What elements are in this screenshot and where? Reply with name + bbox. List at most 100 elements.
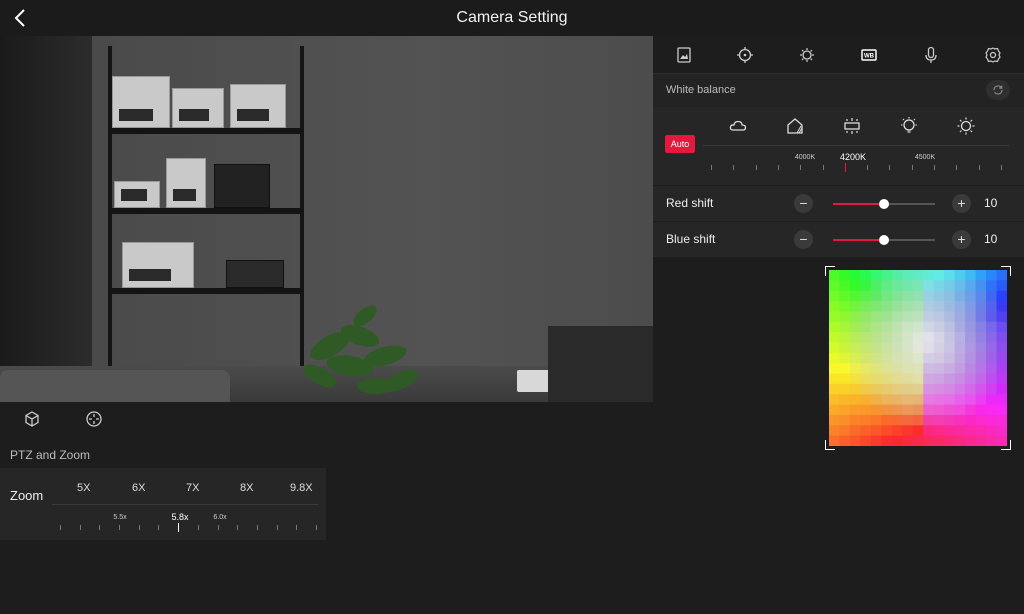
ruler-tick xyxy=(178,523,180,532)
ruler-tick xyxy=(138,525,140,530)
color-cell xyxy=(933,280,945,292)
color-cell xyxy=(944,435,956,446)
ruler-tick xyxy=(755,165,757,170)
color-cell xyxy=(975,301,987,313)
color-cell xyxy=(881,311,893,323)
color-cell xyxy=(996,342,1007,354)
zoom-current-label: 5.8x xyxy=(171,512,189,522)
color-cell xyxy=(912,363,924,375)
color-cell xyxy=(944,383,956,395)
color-cell xyxy=(881,332,893,344)
color-cell xyxy=(849,270,862,281)
white-balance-header: White balance xyxy=(653,74,1024,107)
color-cell xyxy=(944,394,956,406)
exposure-icon[interactable] xyxy=(796,44,818,66)
color-cell xyxy=(902,394,914,406)
red-shift-increase-button[interactable]: + xyxy=(952,194,971,213)
color-cell xyxy=(944,352,956,364)
camera-preview[interactable] xyxy=(0,36,653,402)
kelvin-ruler[interactable] xyxy=(703,145,1009,146)
color-cell xyxy=(933,342,945,354)
color-cell xyxy=(870,311,882,323)
ruler-tick xyxy=(978,165,980,170)
color-cell xyxy=(829,383,841,395)
cube-icon[interactable] xyxy=(21,408,43,430)
color-cell xyxy=(902,373,914,385)
color-cell xyxy=(923,280,935,292)
color-cell xyxy=(881,280,893,292)
color-cell xyxy=(849,414,862,426)
color-cell xyxy=(849,425,862,437)
color-cell xyxy=(996,290,1007,302)
color-cell xyxy=(975,290,987,302)
white-balance-presets: Auto 4000K 4200K 4500K xyxy=(653,107,1024,185)
auto-button[interactable]: Auto xyxy=(665,135,695,153)
blue-shift-slider[interactable] xyxy=(833,235,935,245)
color-cell xyxy=(975,321,987,333)
color-cell xyxy=(954,321,966,333)
kelvin-current-label: 4200K xyxy=(839,152,867,162)
red-shift-decrease-button[interactable]: − xyxy=(794,194,813,213)
daylight-icon[interactable] xyxy=(955,115,977,137)
color-shift-picker[interactable] xyxy=(825,266,1011,450)
ptz-crosshair-icon[interactable] xyxy=(83,408,105,430)
color-cell xyxy=(891,404,903,416)
color-cell xyxy=(923,352,935,364)
zoom-label: Zoom xyxy=(10,488,44,503)
color-cell xyxy=(933,290,945,302)
color-cell xyxy=(923,394,935,406)
color-cell xyxy=(954,373,966,385)
white-balance-icon[interactable]: WB xyxy=(858,44,880,66)
color-cell xyxy=(944,311,956,323)
color-cell xyxy=(965,332,977,344)
zoom-ruler[interactable] xyxy=(52,504,318,505)
image-icon[interactable] xyxy=(673,44,695,66)
microphone-icon[interactable] xyxy=(920,44,942,66)
refresh-icon xyxy=(993,85,1003,95)
color-cell xyxy=(891,301,903,313)
shade-icon[interactable] xyxy=(784,115,806,137)
color-cell xyxy=(891,435,903,446)
page-title: Camera Setting xyxy=(456,9,568,26)
cloudy-icon[interactable] xyxy=(727,115,749,137)
color-cell xyxy=(975,270,987,281)
incandescent-icon[interactable] xyxy=(898,115,920,137)
color-cell xyxy=(891,290,903,302)
zoom-preset-6x[interactable]: 6X xyxy=(132,482,145,494)
fluorescent-icon[interactable] xyxy=(841,115,863,137)
zoom-preset-5x[interactable]: 5X xyxy=(77,482,90,494)
color-cell xyxy=(954,311,966,323)
color-cell xyxy=(933,332,945,344)
color-cell xyxy=(839,332,851,344)
color-cell xyxy=(986,311,998,323)
gear-icon[interactable] xyxy=(982,44,1004,66)
color-cell xyxy=(954,280,966,292)
color-cell xyxy=(829,280,841,292)
color-cell xyxy=(954,332,966,344)
focus-icon[interactable] xyxy=(734,44,756,66)
zoom-preset-8x[interactable]: 8X xyxy=(240,482,253,494)
color-cell xyxy=(965,425,977,437)
color-cell xyxy=(849,383,862,395)
color-cell xyxy=(839,280,851,292)
color-cell xyxy=(839,435,851,446)
red-shift-slider[interactable] xyxy=(833,199,935,209)
red-shift-slider-knob[interactable] xyxy=(879,199,889,209)
refresh-button[interactable] xyxy=(986,80,1010,100)
blue-shift-slider-knob[interactable] xyxy=(879,235,889,245)
color-cell xyxy=(860,270,872,281)
color-cell xyxy=(944,270,956,281)
blue-shift-decrease-button[interactable]: − xyxy=(794,230,813,249)
zoom-preset-9-8x[interactable]: 9.8X xyxy=(290,482,313,494)
color-cell xyxy=(975,394,987,406)
color-cell xyxy=(891,363,903,375)
color-cell xyxy=(902,332,914,344)
color-cell xyxy=(829,311,841,323)
color-cell xyxy=(986,414,998,426)
zoom-preset-7x[interactable]: 7X xyxy=(186,482,199,494)
top-bar: Camera Setting xyxy=(0,0,1024,36)
color-cell xyxy=(933,394,945,406)
color-cell xyxy=(996,321,1007,333)
blue-shift-increase-button[interactable]: + xyxy=(952,230,971,249)
color-cell xyxy=(829,290,841,302)
